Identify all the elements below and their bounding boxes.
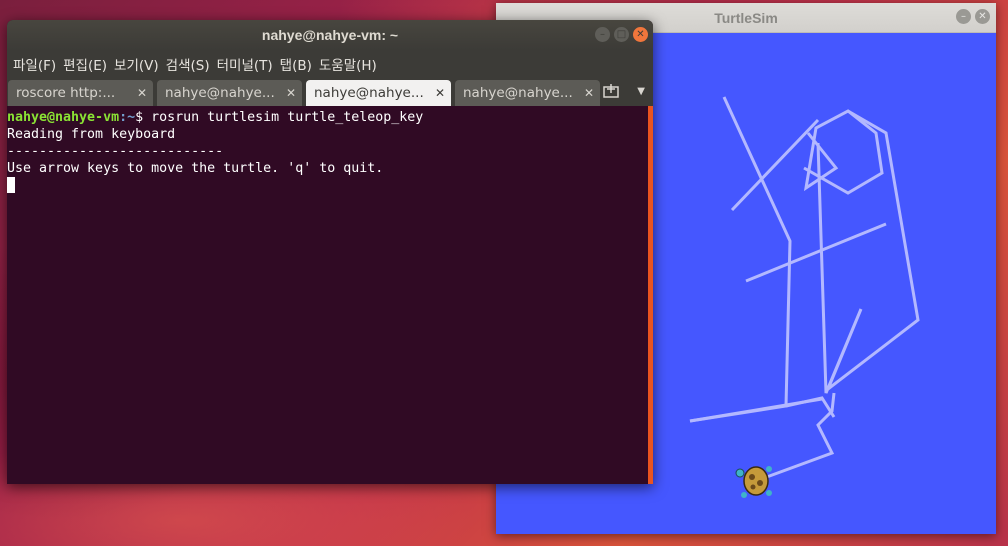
tab-label: nahye@nahye... xyxy=(463,85,573,101)
menu-file[interactable]: 파일(F) xyxy=(13,54,62,74)
terminal-line: Use arrow keys to move the turtle. 'q' t… xyxy=(7,161,384,176)
menu-edit[interactable]: 편집(E) xyxy=(63,54,113,74)
close-button[interactable]: ✕ xyxy=(633,27,648,42)
close-icon[interactable]: ✕ xyxy=(137,86,147,100)
menu-terminal[interactable]: 터미널(T) xyxy=(217,54,279,74)
turtle-path xyxy=(689,96,920,480)
command-text: $ rosrun turtlesim turtle_teleop_key xyxy=(135,110,424,125)
chevron-down-icon[interactable]: ▼ xyxy=(637,86,645,97)
tab-roscore[interactable]: roscore http:... ✕ xyxy=(8,80,153,106)
minimize-button[interactable]: – xyxy=(956,9,971,24)
turtlesim-title: TurtleSim xyxy=(714,9,778,26)
close-icon[interactable]: ✕ xyxy=(286,86,296,100)
terminal-line: Reading from keyboard xyxy=(7,127,176,142)
terminal-line: --------------------------- xyxy=(7,144,224,159)
close-icon[interactable]: ✕ xyxy=(584,86,594,100)
terminal-output[interactable]: nahye@nahye-vm:~$ rosrun turtlesim turtl… xyxy=(7,106,653,484)
minimize-button[interactable]: – xyxy=(595,27,610,42)
tab-bar: roscore http:... ✕ nahye@nahye... ✕ nahy… xyxy=(7,78,653,106)
prompt-path: :~ xyxy=(119,110,136,125)
menu-search[interactable]: 검색(S) xyxy=(166,54,216,74)
tab-terminal-4[interactable]: nahye@nahye... ✕ xyxy=(455,80,600,106)
close-button[interactable]: ✕ xyxy=(975,9,990,24)
terminal-line xyxy=(7,177,653,194)
tab-label: nahye@nahye... xyxy=(165,85,275,101)
terminal-titlebar[interactable]: nahye@nahye-vm: ~ – □ ✕ xyxy=(7,20,653,50)
turtle-icon xyxy=(735,466,772,498)
terminal-window: nahye@nahye-vm: ~ – □ ✕ 파일(F) 편집(E) 보기(V… xyxy=(7,20,653,484)
menu-bar: 파일(F) 편집(E) 보기(V) 검색(S) 터미널(T) 탭(B) 도움말(… xyxy=(7,50,653,78)
close-icon[interactable]: ✕ xyxy=(435,86,445,100)
tab-terminal-3[interactable]: nahye@nahye... ✕ xyxy=(306,80,451,106)
text-cursor xyxy=(7,177,15,193)
tab-terminal-2[interactable]: nahye@nahye... ✕ xyxy=(157,80,302,106)
maximize-button[interactable]: □ xyxy=(614,27,629,42)
scrollbar[interactable] xyxy=(648,106,653,484)
menu-view[interactable]: 보기(V) xyxy=(114,54,165,74)
menu-help[interactable]: 도움말(H) xyxy=(319,54,383,74)
terminal-line: nahye@nahye-vm:~$ rosrun turtlesim turtl… xyxy=(7,109,653,126)
terminal-title: nahye@nahye-vm: ~ xyxy=(261,27,399,43)
new-tab-icon[interactable] xyxy=(603,84,621,100)
prompt-user: nahye@nahye-vm xyxy=(7,110,120,125)
tab-label: roscore http:... xyxy=(16,85,116,101)
menu-tabs[interactable]: 탭(B) xyxy=(280,54,318,74)
tab-label: nahye@nahye... xyxy=(314,85,424,101)
